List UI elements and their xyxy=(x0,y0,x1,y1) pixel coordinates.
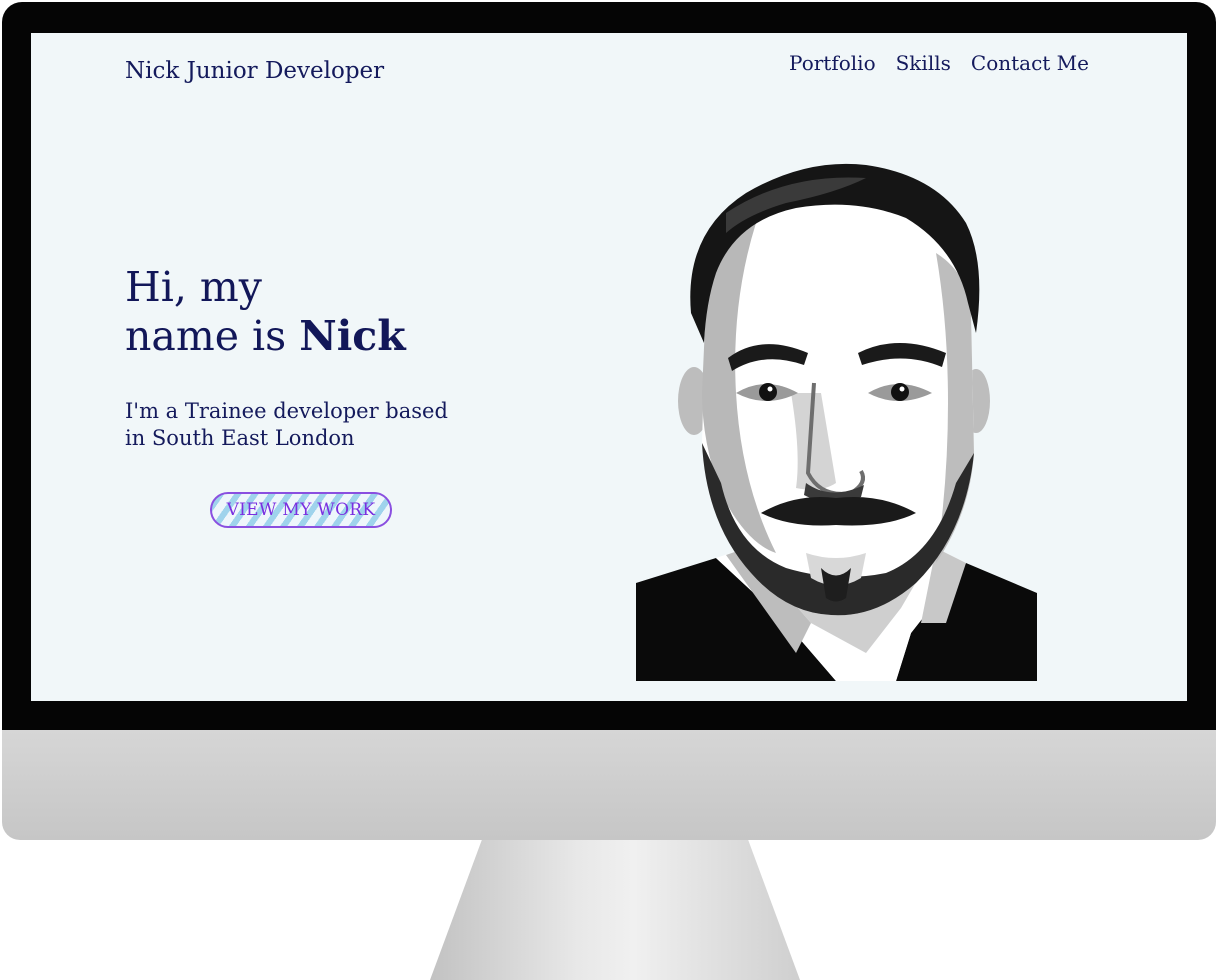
nav-link-portfolio[interactable]: Portfolio xyxy=(789,51,876,75)
nav-link-contact[interactable]: Contact Me xyxy=(971,51,1089,75)
hero-subtitle: I'm a Trainee developer based in South E… xyxy=(125,399,448,450)
main-nav: Portfolio Skills Contact Me xyxy=(789,51,1089,75)
site-brand[interactable]: Nick Junior Developer xyxy=(125,58,384,84)
hero-heading-name: Nick xyxy=(299,312,406,360)
nav-link-skills[interactable]: Skills xyxy=(896,51,951,75)
portrait-image xyxy=(636,163,1037,681)
hero-heading-line1: Hi, my xyxy=(125,263,262,311)
monitor-chin xyxy=(2,730,1216,840)
website-screen: Nick Junior Developer Portfolio Skills C… xyxy=(31,33,1187,701)
hero-heading-line2: name is xyxy=(125,312,300,360)
monitor-stand xyxy=(430,840,800,980)
view-my-work-button[interactable]: VIEW MY WORK xyxy=(210,492,392,528)
hero-heading: Hi, my name is Nick xyxy=(125,263,406,361)
